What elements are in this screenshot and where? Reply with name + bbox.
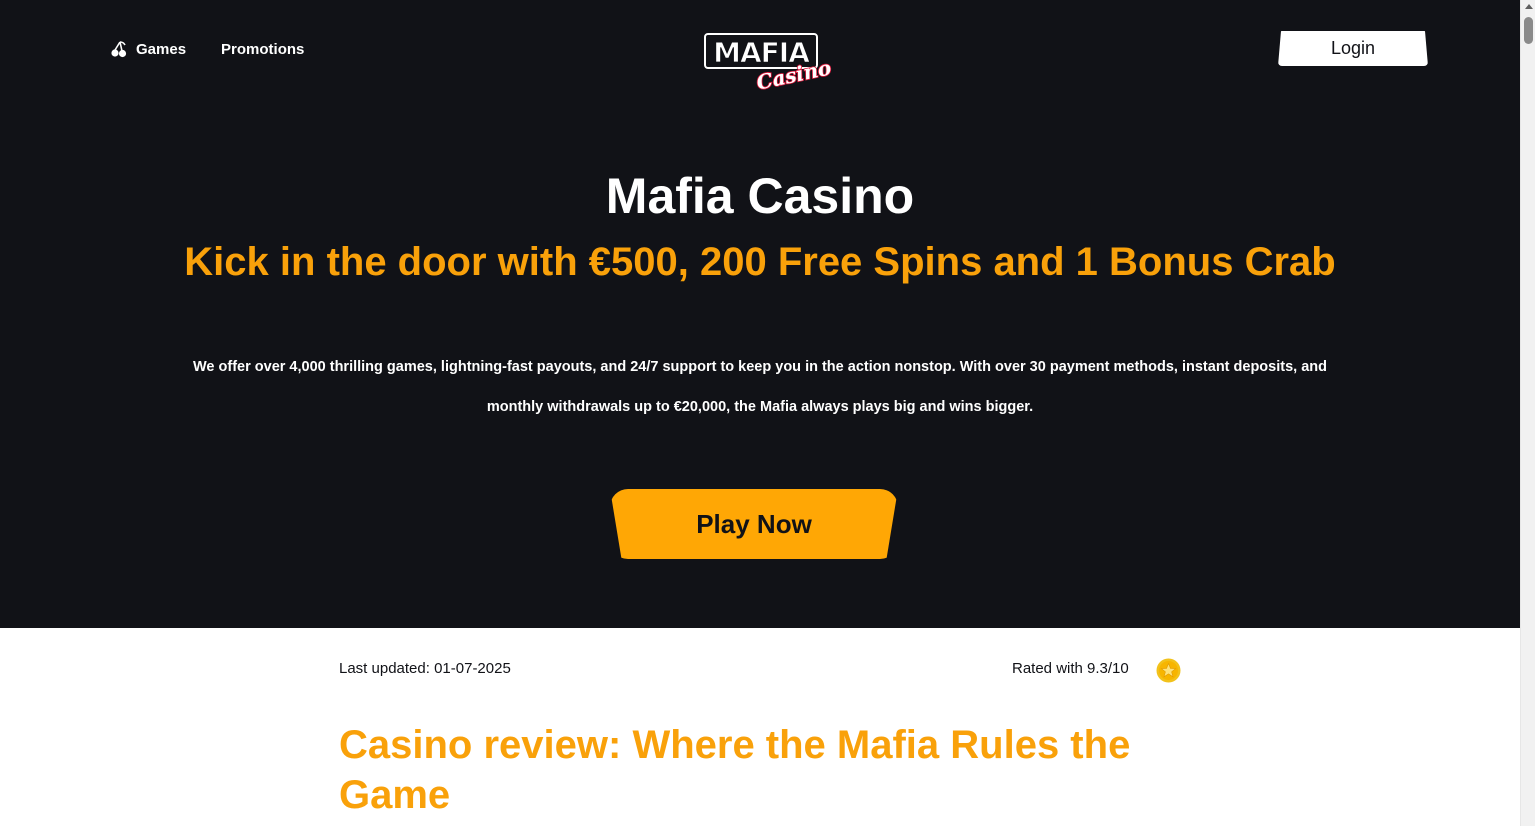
login-button[interactable]: Login bbox=[1278, 31, 1428, 66]
star-icon bbox=[1156, 658, 1181, 683]
scroll-up-arrow-icon[interactable] bbox=[1525, 4, 1533, 9]
review-section: Last updated: 01-07-2025 Rated with 9.3/… bbox=[0, 628, 1520, 826]
review-heading: Casino review: Where the Mafia Rules the… bbox=[339, 723, 1131, 817]
main-nav: Games Promotions bbox=[110, 40, 304, 58]
scroll-thumb[interactable] bbox=[1524, 17, 1533, 44]
mafia-casino-logo[interactable]: MAFIA Casino bbox=[702, 30, 838, 90]
nav-games-link[interactable]: Games bbox=[110, 40, 186, 58]
nav-promotions-label: Promotions bbox=[221, 40, 305, 58]
page-scrollbar[interactable] bbox=[1520, 0, 1535, 826]
rating-text: Rated with 9.3/10 bbox=[1012, 660, 1129, 677]
nav-promotions-link[interactable]: Promotions bbox=[221, 41, 304, 58]
nav-games-label: Games bbox=[136, 40, 187, 58]
hero-section: Games Promotions MAFIA Casino Login Mafi… bbox=[0, 0, 1520, 628]
page-title: Mafia Casino bbox=[605, 168, 915, 224]
last-updated-text: Last updated: 01-07-2025 bbox=[339, 660, 511, 677]
cherry-icon bbox=[111, 41, 127, 58]
play-now-label: Play Now bbox=[696, 508, 812, 539]
bonus-headline: Kick in the door with €500, 200 Free Spi… bbox=[184, 240, 1336, 284]
login-button-label: Login bbox=[1330, 38, 1376, 58]
hero-description: We offer over 4,000 thrilling games, lig… bbox=[193, 359, 1327, 415]
page: Games Promotions MAFIA Casino Login Mafi… bbox=[0, 0, 1520, 826]
play-now-button[interactable]: Play Now bbox=[610, 489, 898, 559]
